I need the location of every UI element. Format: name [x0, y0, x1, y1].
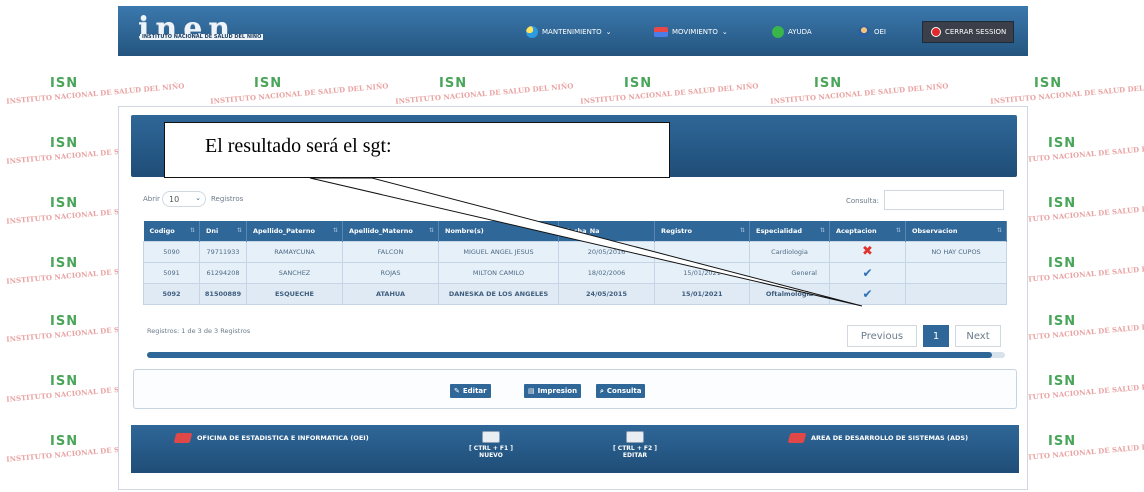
- callout-box: El resultado será el sgt:: [164, 122, 670, 178]
- callout-text: El resultado será el sgt:: [205, 135, 392, 157]
- callout-tail: [309, 177, 863, 307]
- callout-pointer: [309, 177, 863, 307]
